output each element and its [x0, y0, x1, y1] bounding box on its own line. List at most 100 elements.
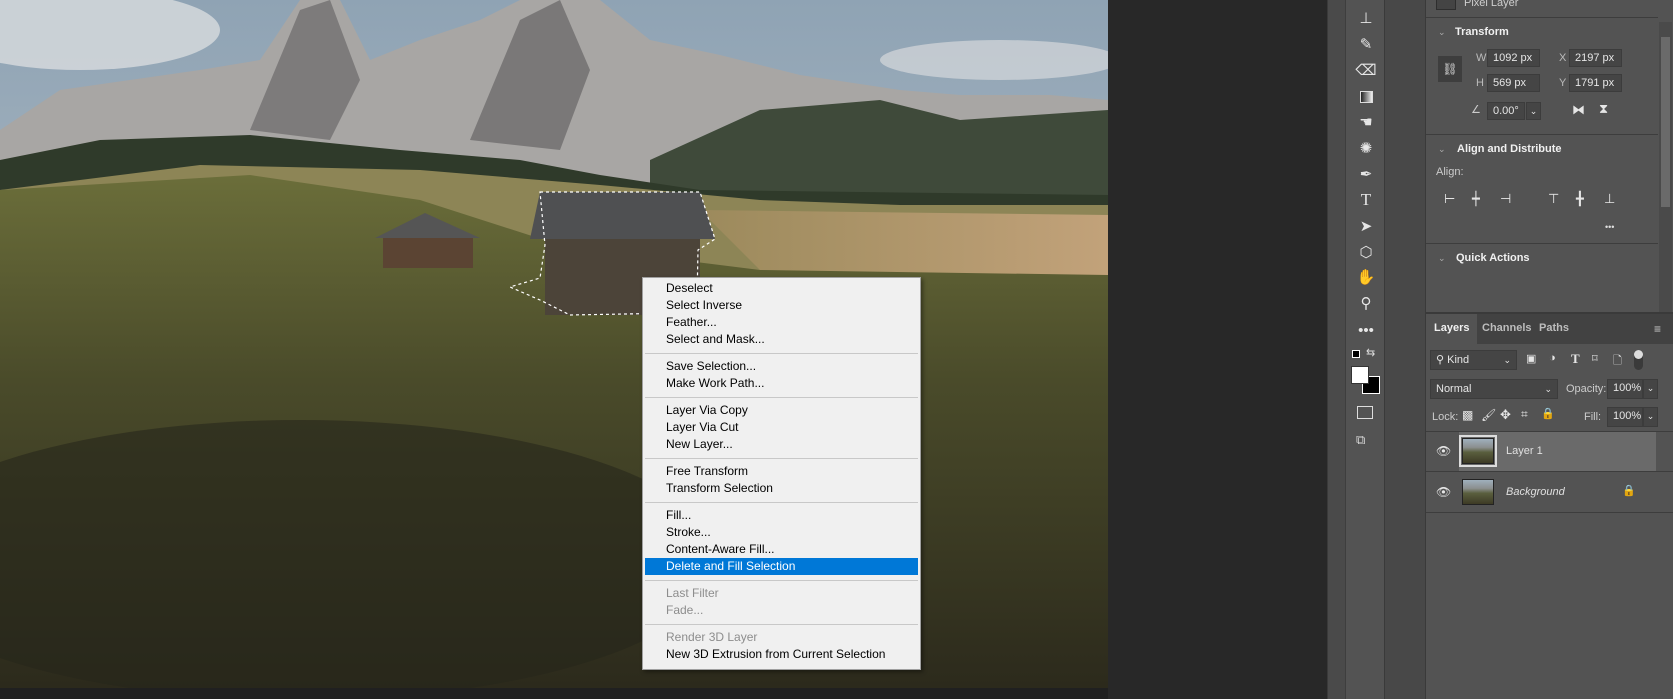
- opacity-dropdown[interactable]: ⌄: [1643, 379, 1658, 399]
- align-collapse-icon[interactable]: ⌄: [1438, 144, 1446, 155]
- toolbar-grip[interactable]: [1328, 0, 1346, 699]
- align-header[interactable]: Align and Distribute: [1457, 143, 1562, 155]
- more-tools-icon[interactable]: •••: [1354, 320, 1378, 342]
- align-left-edges-icon[interactable]: ⊢: [1444, 191, 1455, 207]
- clone-stamp-tool-icon[interactable]: ⊥: [1354, 8, 1378, 30]
- filter-type-icon[interactable]: T: [1571, 351, 1580, 367]
- chevron-down-icon: ⌄: [1544, 384, 1552, 394]
- align-bottom-edges-icon[interactable]: ⊥: [1604, 191, 1615, 207]
- filter-adjustment-icon[interactable]: ◑: [1549, 352, 1556, 364]
- shape-tool-icon[interactable]: ⬡: [1354, 242, 1378, 264]
- screen-mode-icon[interactable]: ⧉: [1356, 432, 1365, 448]
- gradient-tool-icon[interactable]: [1354, 86, 1378, 108]
- align-label: Align:: [1436, 166, 1464, 178]
- fill-dropdown[interactable]: ⌄: [1643, 407, 1658, 427]
- more-align-options-button[interactable]: •••: [1605, 222, 1614, 232]
- filter-smart-object-icon[interactable]: 🗋: [1613, 352, 1622, 371]
- menu-item-stroke[interactable]: Stroke...: [645, 524, 918, 541]
- visibility-eye-icon[interactable]: 👁: [1436, 444, 1452, 458]
- layer-thumbnail: [1459, 435, 1497, 467]
- layer-row-background[interactable]: 👁 Background 🔒: [1426, 473, 1656, 512]
- context-menu: Deselect Select Inverse Feather... Select a…: [642, 277, 921, 670]
- type-tool-icon[interactable]: T: [1354, 189, 1378, 211]
- panel-menu-icon[interactable]: ≡: [1654, 322, 1661, 336]
- flip-vertical-icon[interactable]: ⧗: [1599, 101, 1608, 117]
- lock-position-icon[interactable]: ✥: [1500, 407, 1511, 423]
- menu-item-select-and-mask[interactable]: Select and Mask...: [645, 331, 918, 348]
- document-canvas[interactable]: [0, 0, 1108, 688]
- menu-separator: [645, 458, 918, 459]
- transform-collapse-icon[interactable]: ⌄: [1438, 27, 1446, 38]
- filter-shape-icon[interactable]: ⌑: [1592, 352, 1598, 365]
- menu-item-layer-via-cut[interactable]: Layer Via Cut: [645, 419, 918, 436]
- angle-field[interactable]: 0.00°: [1487, 102, 1525, 120]
- angle-dropdown[interactable]: ⌄: [1526, 102, 1541, 120]
- sponge-tool-icon[interactable]: ✺: [1354, 138, 1378, 160]
- history-brush-tool-icon[interactable]: ✎: [1354, 34, 1378, 56]
- menu-item-fill[interactable]: Fill...: [645, 507, 918, 524]
- properties-panel: Pixel Layer ⌄ Transform ⛓ W 1092 px X 21…: [1425, 0, 1673, 312]
- landscape-photo: [0, 0, 1108, 688]
- align-vertical-centers-icon[interactable]: ╋: [1576, 191, 1584, 207]
- menu-item-feather[interactable]: Feather...: [645, 314, 918, 331]
- menu-item-free-transform[interactable]: Free Transform: [645, 463, 918, 480]
- tab-layers[interactable]: Layers: [1426, 314, 1478, 344]
- height-field[interactable]: 569 px: [1487, 74, 1540, 92]
- align-right-edges-icon[interactable]: ⊣: [1500, 191, 1511, 207]
- menu-item-layer-via-copy[interactable]: Layer Via Copy: [645, 402, 918, 419]
- menu-item-content-aware-fill[interactable]: Content-Aware Fill...: [645, 541, 918, 558]
- filter-toggle[interactable]: [1634, 350, 1643, 370]
- properties-scrollbar[interactable]: [1659, 22, 1672, 312]
- menu-item-new-3d-extrusion-from-current-selection[interactable]: New 3D Extrusion from Current Selection: [645, 646, 918, 663]
- lock-transparent-pixels-icon[interactable]: ▩: [1462, 408, 1473, 422]
- tab-paths[interactable]: Paths: [1531, 314, 1577, 344]
- tab-channels[interactable]: Channels: [1474, 314, 1540, 344]
- quick-actions-header[interactable]: Quick Actions: [1456, 252, 1530, 264]
- swap-colors-icon[interactable]: ⇆: [1366, 346, 1375, 359]
- lock-image-pixels-icon[interactable]: 🖌: [1481, 408, 1496, 422]
- menu-item-select-inverse[interactable]: Select Inverse: [645, 297, 918, 314]
- menu-item-delete-and-fill-selection[interactable]: Delete and Fill Selection: [645, 558, 918, 575]
- width-field[interactable]: 1092 px: [1487, 49, 1540, 67]
- default-colors-icon[interactable]: [1352, 350, 1360, 358]
- menu-separator: [645, 353, 918, 354]
- menu-separator: [645, 397, 918, 398]
- panel-dock-gap: [1385, 0, 1425, 699]
- x-field[interactable]: 2197 px: [1569, 49, 1622, 67]
- quick-mask-icon[interactable]: [1357, 406, 1373, 419]
- lock-artboard-icon[interactable]: ⌗: [1521, 407, 1528, 422]
- zoom-tool-icon[interactable]: ⚲: [1354, 293, 1378, 315]
- menu-item-save-selection[interactable]: Save Selection...: [645, 358, 918, 375]
- flip-horizontal-icon[interactable]: ⧓: [1572, 102, 1585, 118]
- opacity-field[interactable]: 100%: [1607, 379, 1643, 399]
- layer-lock-icon[interactable]: 🔒: [1622, 484, 1636, 497]
- blend-mode-dropdown[interactable]: Normal ⌄: [1430, 379, 1558, 399]
- align-top-edges-icon[interactable]: ⊤: [1548, 191, 1559, 207]
- layer-row-layer-1[interactable]: 👁 Layer 1: [1426, 432, 1656, 471]
- hand-tool-icon[interactable]: ✋: [1354, 267, 1378, 289]
- path-selection-tool-icon[interactable]: ➤: [1354, 216, 1378, 238]
- height-label: H: [1476, 77, 1484, 89]
- eraser-tool-icon[interactable]: ⌫: [1354, 60, 1378, 82]
- menu-item-make-work-path[interactable]: Make Work Path...: [645, 375, 918, 392]
- layer-name[interactable]: Background: [1506, 486, 1565, 498]
- menu-item-transform-selection[interactable]: Transform Selection: [645, 480, 918, 497]
- y-field[interactable]: 1791 px: [1569, 74, 1622, 92]
- menu-item-deselect[interactable]: Deselect: [645, 280, 918, 297]
- visibility-eye-icon[interactable]: 👁: [1436, 485, 1452, 499]
- smudge-tool-icon[interactable]: ☚: [1354, 112, 1378, 134]
- foreground-color-swatch[interactable]: [1351, 366, 1369, 384]
- layer-name[interactable]: Layer 1: [1506, 445, 1543, 457]
- filter-kind-dropdown[interactable]: ⚲ Kind ⌄: [1430, 350, 1517, 370]
- lock-all-icon[interactable]: 🔒: [1541, 407, 1555, 420]
- fill-field[interactable]: 100%: [1607, 407, 1643, 427]
- transform-header[interactable]: Transform: [1455, 26, 1509, 38]
- tools-panel: ⊥ ✎ ⌫ ☚ ✺ ✒ T ➤ ⬡ ✋ ⚲ ••• ⇆ ⧉: [1327, 0, 1385, 699]
- filter-pixel-icon[interactable]: ▣: [1526, 352, 1536, 365]
- align-horizontal-centers-icon[interactable]: ┿: [1472, 191, 1480, 207]
- search-icon: ⚲: [1436, 354, 1448, 366]
- menu-item-new-layer[interactable]: New Layer...: [645, 436, 918, 453]
- quick-actions-collapse-icon[interactable]: ⌄: [1438, 253, 1446, 264]
- link-dimensions-button[interactable]: ⛓: [1438, 56, 1462, 82]
- pen-tool-icon[interactable]: ✒: [1354, 164, 1378, 186]
